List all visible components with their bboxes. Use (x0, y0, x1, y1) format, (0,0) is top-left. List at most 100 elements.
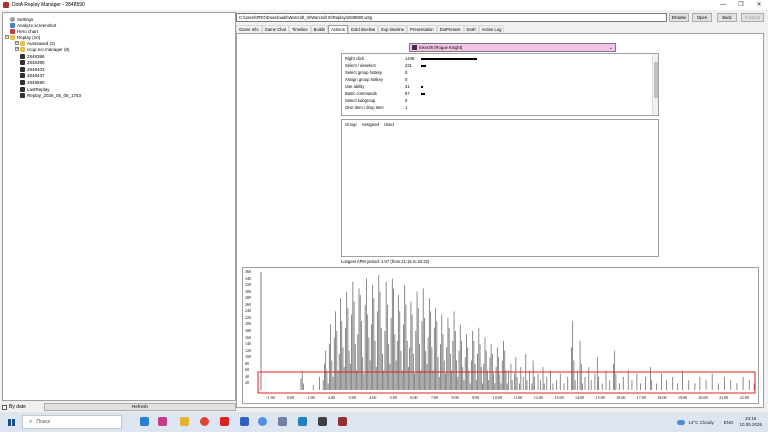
apm-bar (390, 317, 392, 390)
chrome-icon[interactable] (200, 417, 209, 426)
warcraft-icon[interactable] (318, 417, 327, 426)
taskbar-search[interactable]: ⌕ Поиск (22, 415, 122, 429)
apm-bar (452, 340, 454, 390)
column-header-group[interactable]: Group (345, 122, 357, 127)
edge-icon[interactable] (258, 417, 267, 426)
x-tick-label: 2:00 (328, 395, 336, 400)
apm-bar (379, 291, 381, 390)
gear-icon (10, 16, 15, 22)
tab-builds[interactable]: Builds (310, 25, 329, 33)
apm-bar (724, 376, 725, 390)
actions-list[interactable]: Right click 1448 Select / deselect 221 S… (341, 53, 659, 116)
column-header-assigned[interactable]: Assigned (362, 122, 379, 127)
maximize-button[interactable]: ❐ (732, 0, 750, 10)
youtube-icon[interactable] (220, 417, 229, 426)
search-icon: ⌕ (29, 418, 33, 425)
apm-bar (622, 376, 624, 390)
tab-draft[interactable]: Draft (463, 25, 479, 33)
apm-bar (485, 350, 487, 390)
apm-bar (640, 383, 642, 390)
by-date-checkbox[interactable] (2, 404, 7, 410)
apm-bar (682, 370, 683, 390)
apm-bar (352, 281, 354, 390)
y-tick-label: 340 (245, 275, 251, 281)
apm-bar (463, 380, 465, 390)
apm-bar (487, 370, 488, 390)
apm-bar (353, 301, 355, 390)
apm-bar (588, 367, 590, 390)
start-button[interactable] (8, 418, 15, 426)
tab-timeline[interactable]: Timeline (288, 25, 311, 33)
close-button[interactable]: ✕ (750, 0, 768, 10)
expand-expander[interactable]: + (15, 41, 19, 45)
apm-bar (572, 321, 574, 390)
tab-game-chat[interactable]: Game Chat (261, 25, 289, 33)
apm-bar (432, 370, 434, 390)
browse-button[interactable]: Browse (669, 13, 689, 22)
clock[interactable]: 23:16 10.05.2026 (739, 416, 762, 428)
x-tick-label: 9:00 (472, 395, 480, 400)
weather-widget[interactable]: 14°C Cloudy (677, 419, 714, 425)
tab-actions[interactable]: Actions (328, 25, 348, 33)
tree-item-replay-selected[interactable]: 2848590 (20, 79, 45, 85)
replay-manager-icon[interactable] (338, 417, 347, 426)
apm-bar (330, 324, 332, 390)
app-icon[interactable] (240, 417, 249, 426)
action-count: 1448 (405, 56, 415, 61)
apm-bar (533, 376, 535, 390)
minimize-button[interactable]: — (714, 0, 732, 10)
tab-exp-timeline[interactable]: Exp timeline (378, 25, 408, 33)
apm-bar (494, 383, 496, 390)
tree-item-ccup-manager[interactable]: + ccup.ncr.manager (8) (15, 46, 70, 52)
forward-button[interactable]: Forward (741, 13, 764, 22)
column-header-used[interactable]: Used (384, 122, 394, 127)
tab-action-log[interactable]: Action Log (478, 25, 505, 33)
apm-bar (484, 337, 486, 390)
app-icon[interactable] (278, 417, 287, 426)
player-select[interactable]: Inker38 (Rogue Knight) ⌄ (409, 43, 616, 52)
apm-bar (457, 376, 459, 390)
replay-tree[interactable]: Settings Analyze screenshot Hero chart −… (2, 12, 236, 401)
instagram-icon[interactable] (158, 417, 167, 426)
apm-bar (582, 383, 583, 390)
open-button[interactable]: Open (692, 13, 712, 22)
refresh-button[interactable]: Refresh (44, 403, 236, 411)
apm-bar (519, 383, 520, 390)
task-view-icon[interactable] (140, 417, 149, 426)
tree-item-replay[interactable]: 2848437 (20, 72, 45, 78)
y-tick-label: 200 (245, 321, 251, 327)
apm-bar (384, 331, 386, 390)
apm-bar (414, 373, 415, 390)
tab-game-info[interactable]: Game Info (236, 25, 262, 33)
hotkey-groups-table[interactable]: Group Assigned Used (341, 119, 659, 257)
tab-gold-timeline[interactable]: Gold timeline (347, 25, 379, 33)
language-indicator[interactable]: ENG (724, 420, 734, 425)
apm-bar (441, 314, 443, 390)
replay-path-field[interactable]: C:\Users\PRO\Downloads\Warcraft_III\Warc… (236, 13, 667, 22)
apm-bar (436, 321, 438, 390)
scrollbar-thumb[interactable] (654, 62, 658, 98)
tab-presentation[interactable]: Presentation (407, 25, 437, 33)
actions-scrollbar[interactable] (652, 54, 658, 115)
x-tick-label: 4:00 (369, 395, 377, 400)
app-icon[interactable] (298, 417, 307, 426)
collapse-expander[interactable]: − (5, 35, 9, 39)
apm-bar (601, 383, 603, 390)
app-icon (3, 2, 9, 8)
y-tick-label: 140 (245, 341, 251, 347)
apm-bar (500, 383, 502, 390)
apm-bar (579, 340, 581, 390)
tree-item-replay[interactable]: 2848390 (20, 59, 45, 65)
action-name: Select subgroup (345, 98, 376, 103)
tab-dotpresent[interactable]: DotPresent (436, 25, 464, 33)
file-explorer-icon[interactable] (180, 417, 189, 426)
apm-bar (385, 281, 387, 390)
apm-bar (327, 383, 329, 390)
tree-item-replay[interactable]: Replay_2026_05_09_1753 (20, 92, 81, 98)
apm-bar (456, 360, 457, 390)
back-button[interactable]: Back (717, 13, 737, 22)
apm-bar (427, 337, 429, 390)
y-tick-label: 320 (245, 282, 251, 288)
expand-expander[interactable]: + (15, 47, 19, 51)
apm-bar (362, 357, 364, 390)
